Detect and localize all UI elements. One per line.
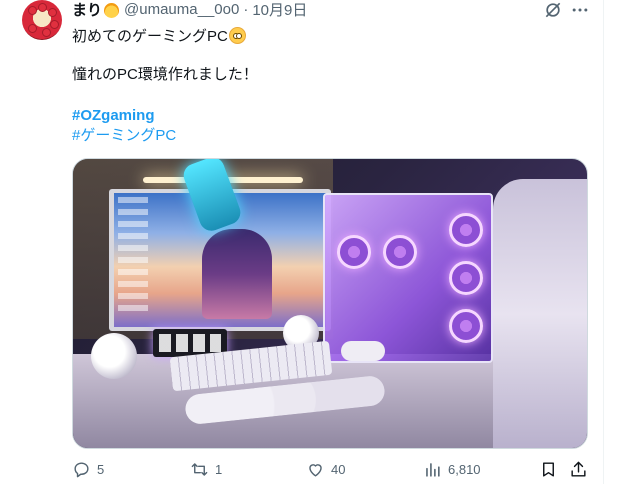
strawberry-decoration <box>48 8 57 17</box>
reply-button[interactable]: 5 <box>72 460 104 479</box>
strawberry-decoration <box>50 20 59 29</box>
strawberry-decoration <box>28 6 37 15</box>
heart-icon <box>309 464 322 477</box>
strawberry-decoration <box>38 3 47 12</box>
grok-icon[interactable] <box>543 0 563 20</box>
share-button[interactable] <box>569 460 588 479</box>
reply-count: 5 <box>97 462 105 477</box>
display-name[interactable]: まり <box>72 0 102 20</box>
bookmark-button[interactable] <box>539 460 558 479</box>
retweet-icon <box>191 463 208 476</box>
views-button[interactable]: 6,810 <box>423 460 481 479</box>
photo-speaker-left <box>91 333 137 379</box>
tweet-photo[interactable] <box>72 158 588 449</box>
case-fan <box>383 235 417 269</box>
tweet-text: 初めてのゲーミングPC <box>72 28 228 45</box>
blonde-hair-emoji-icon <box>104 2 120 18</box>
strawberry-decoration <box>28 24 37 33</box>
pleading-face-emoji-icon <box>228 27 246 44</box>
case-fan <box>449 309 483 343</box>
more-icon[interactable] <box>570 0 590 20</box>
views-icon <box>426 463 440 477</box>
case-fan <box>337 235 371 269</box>
case-fan <box>449 213 483 247</box>
avatar[interactable] <box>22 0 62 40</box>
retweet-button[interactable]: 1 <box>190 460 222 479</box>
tweet-text-line2: 憧れのPC環境作れました！ <box>72 66 258 83</box>
right-divider <box>603 0 604 484</box>
like-button[interactable]: 40 <box>306 460 345 479</box>
strawberry-decoration <box>42 28 51 37</box>
bookmark-icon <box>543 462 554 477</box>
photo-mouse <box>341 341 385 361</box>
retweet-count: 1 <box>215 462 223 477</box>
separator-dot: · <box>243 0 249 18</box>
tweet-header: まり @umauma__0o0 · 10月9日 <box>72 0 307 20</box>
tweet-date[interactable]: 10月9日 <box>252 0 307 20</box>
tweet-text-line1: 初めてのゲーミングPC <box>72 24 246 47</box>
share-icon <box>571 461 586 477</box>
views-count: 6,810 <box>448 462 481 477</box>
photo-gaming-chair <box>493 179 587 448</box>
user-handle[interactable]: @umauma__0o0 <box>124 1 239 18</box>
hashtag-gaming-pc[interactable]: #ゲーミングPC <box>72 126 176 146</box>
desktop-icons <box>118 197 148 317</box>
reply-icon <box>74 462 89 478</box>
photo-pc-case <box>323 193 493 363</box>
wallpaper-figure <box>202 229 272 319</box>
tweet-actions: 5 1 40 6,810 <box>72 460 592 484</box>
like-count: 40 <box>331 462 346 477</box>
case-fan <box>449 261 483 295</box>
hashtag-ozgaming[interactable]: #OZgaming <box>72 106 155 126</box>
